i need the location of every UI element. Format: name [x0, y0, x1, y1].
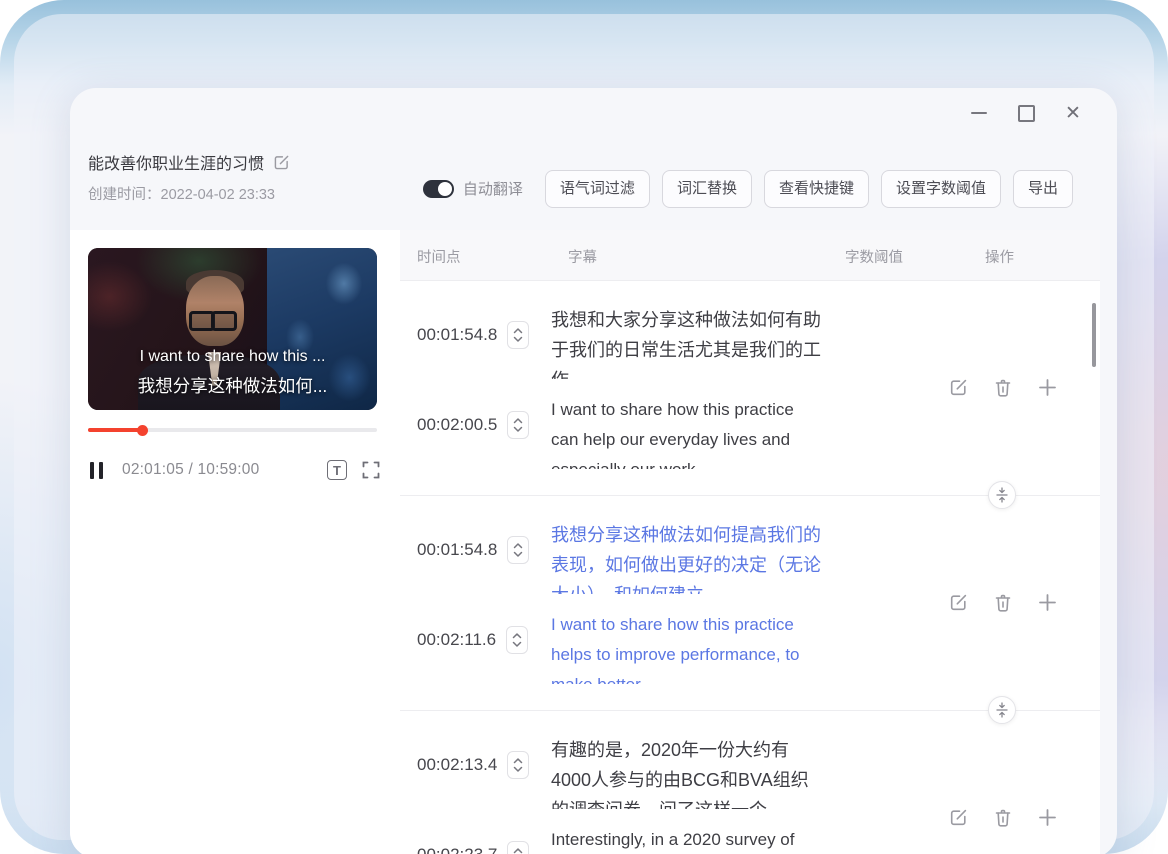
time-cell: 00:01:54.8	[400, 520, 551, 580]
col-header-subtitle: 字幕	[568, 246, 597, 267]
subtitle-group: 00:01:54.8 我想分享这种做法如何提高我们的表现，如何做出更好的决定（无论…	[400, 496, 1100, 711]
toggle-knob	[438, 182, 452, 196]
subtitle-text[interactable]: 我想和大家分享这种做法如何有助于我们的日常生活尤其是我们的工作	[551, 305, 823, 379]
app-window: ✕ 能改善你职业生涯的习惯 创建时间：2022-04-02 23:33 自动翻译…	[70, 88, 1117, 854]
video-thumbnail[interactable]: I want to share how this ... 我想分享这种做法如何.…	[88, 248, 377, 410]
col-header-actions: 操作	[985, 246, 1014, 267]
header-block: 能改善你职业生涯的习惯 创建时间：2022-04-02 23:33	[88, 150, 290, 204]
table-header: 时间点 字幕 字数阈值 操作	[400, 230, 1100, 281]
created-time: 创建时间：2022-04-02 23:33	[88, 183, 290, 204]
edit-icon[interactable]	[949, 593, 968, 613]
time-cell: 00:01:54.8	[400, 305, 551, 365]
time-stepper[interactable]	[507, 536, 529, 564]
time-cell: 00:02:13.4	[400, 735, 551, 795]
maximize-icon	[1018, 105, 1035, 122]
export-button[interactable]: 导出	[1013, 170, 1073, 208]
subtitle-row: 00:02:23.7 Interestingly, in a 2020 surve…	[400, 825, 1100, 854]
set-word-threshold-button[interactable]: 设置字数阈值	[881, 170, 1001, 208]
maximize-button[interactable]	[1016, 103, 1036, 123]
pause-button[interactable]	[90, 462, 103, 479]
close-button[interactable]: ✕	[1063, 103, 1083, 123]
subtitle-row: 00:02:11.6 I want to share how this pract…	[400, 610, 1100, 684]
timestamp[interactable]: 00:01:54.8	[417, 540, 497, 560]
add-icon[interactable]	[1038, 378, 1057, 398]
timestamp[interactable]: 00:02:13.4	[417, 755, 497, 775]
view-shortcuts-button[interactable]: 查看快捷键	[764, 170, 869, 208]
subtitle-text[interactable]: Interestingly, in a 2020 survey of some …	[551, 825, 823, 854]
subtitle-text[interactable]: I want to share how this practice helps …	[551, 610, 823, 684]
minimize-icon	[971, 112, 987, 114]
merge-icon	[996, 487, 1008, 503]
subtitle-groups: 00:01:54.8 我想和大家分享这种做法如何有助于我们的日常生活尤其是我们的工…	[400, 281, 1100, 854]
timestamp[interactable]: 00:02:23.7	[417, 845, 497, 854]
subtitle-row: 00:02:00.5 I want to share how this pract…	[400, 395, 1100, 469]
add-icon[interactable]	[1038, 808, 1057, 828]
time-stepper[interactable]	[507, 321, 529, 349]
edit-icon[interactable]	[949, 378, 968, 398]
auto-translate-label: 自动翻译	[463, 178, 523, 199]
edit-icon[interactable]	[949, 808, 968, 828]
merge-icon	[996, 702, 1008, 718]
scrollbar-thumb[interactable]	[1092, 303, 1096, 367]
progress-knob[interactable]	[137, 425, 148, 436]
time-cell: 00:02:11.6	[400, 610, 551, 670]
merge-rows-button[interactable]	[988, 481, 1016, 509]
add-icon[interactable]	[1038, 593, 1057, 613]
subtitle-group: 00:01:54.8 我想和大家分享这种做法如何有助于我们的日常生活尤其是我们的工…	[400, 281, 1100, 496]
time-stepper[interactable]	[507, 751, 529, 779]
row-actions	[949, 378, 1057, 398]
time-stepper[interactable]	[507, 841, 529, 854]
toolbar: 自动翻译 语气词过滤 词汇替换 查看快捷键 设置字数阈值 导出	[423, 170, 1073, 208]
content-area: I want to share how this ... 我想分享这种做法如何.…	[70, 230, 1100, 854]
filler-words-filter-button[interactable]: 语气词过滤	[545, 170, 650, 208]
col-header-time: 时间点	[417, 246, 461, 267]
subtitle-row: 00:01:54.8 我想分享这种做法如何提高我们的表现，如何做出更好的决定（无论…	[400, 520, 1100, 594]
time-stepper[interactable]	[507, 411, 529, 439]
subtitle-row: 00:01:54.8 我想和大家分享这种做法如何有助于我们的日常生活尤其是我们的工…	[400, 305, 1100, 379]
timestamp[interactable]: 00:01:54.8	[417, 325, 497, 345]
time-cell: 00:02:23.7	[400, 825, 551, 854]
row-actions	[949, 808, 1057, 828]
fullscreen-icon[interactable]	[362, 461, 380, 479]
word-replace-button[interactable]: 词汇替换	[662, 170, 752, 208]
subtitle-text[interactable]: 我想分享这种做法如何提高我们的表现，如何做出更好的决定（无论大小），和如何建立	[551, 520, 823, 594]
subtitle-group: 00:02:13.4 有趣的是，2020年一份大约有4000人参与的由BCG和BV…	[400, 711, 1100, 854]
timestamp[interactable]: 00:02:00.5	[417, 415, 497, 435]
subtitle-row: 00:02:13.4 有趣的是，2020年一份大约有4000人参与的由BCG和BV…	[400, 735, 1100, 809]
time-stepper[interactable]	[506, 626, 528, 654]
progress-fill	[88, 428, 142, 432]
delete-icon[interactable]	[994, 593, 1012, 613]
video-progress-bar[interactable]	[88, 426, 377, 434]
page-title: 能改善你职业生涯的习惯	[88, 150, 264, 174]
subtitle-text[interactable]: 有趣的是，2020年一份大约有4000人参与的由BCG和BVA组织的调查问卷，问…	[551, 735, 823, 809]
auto-translate-control: 自动翻译	[423, 178, 523, 199]
player-controls: 02:01:05 / 10:59:00 T	[90, 457, 380, 483]
time-cell: 00:02:00.5	[400, 395, 551, 455]
video-subtitle-en: I want to share how this ...	[88, 343, 377, 372]
edit-title-icon[interactable]	[273, 154, 290, 171]
minimize-button[interactable]	[969, 103, 989, 123]
video-subtitle-zh: 我想分享这种做法如何...	[88, 372, 377, 402]
row-actions	[949, 593, 1057, 613]
delete-icon[interactable]	[994, 808, 1012, 828]
delete-icon[interactable]	[994, 378, 1012, 398]
window-controls: ✕	[969, 102, 1083, 124]
auto-translate-toggle[interactable]	[423, 180, 454, 198]
video-subtitle-overlay: I want to share how this ... 我想分享这种做法如何.…	[88, 343, 377, 402]
subtitle-text-toggle-icon[interactable]: T	[327, 460, 347, 480]
app-canvas: ✕ 能改善你职业生涯的习惯 创建时间：2022-04-02 23:33 自动翻译…	[0, 0, 1168, 854]
col-header-threshold: 字数阈值	[845, 246, 903, 267]
merge-rows-button[interactable]	[988, 696, 1016, 724]
timestamp[interactable]: 00:02:11.6	[417, 630, 496, 650]
subtitle-text[interactable]: I want to share how this practice can he…	[551, 395, 823, 469]
playback-time: 02:01:05 / 10:59:00	[122, 461, 259, 479]
